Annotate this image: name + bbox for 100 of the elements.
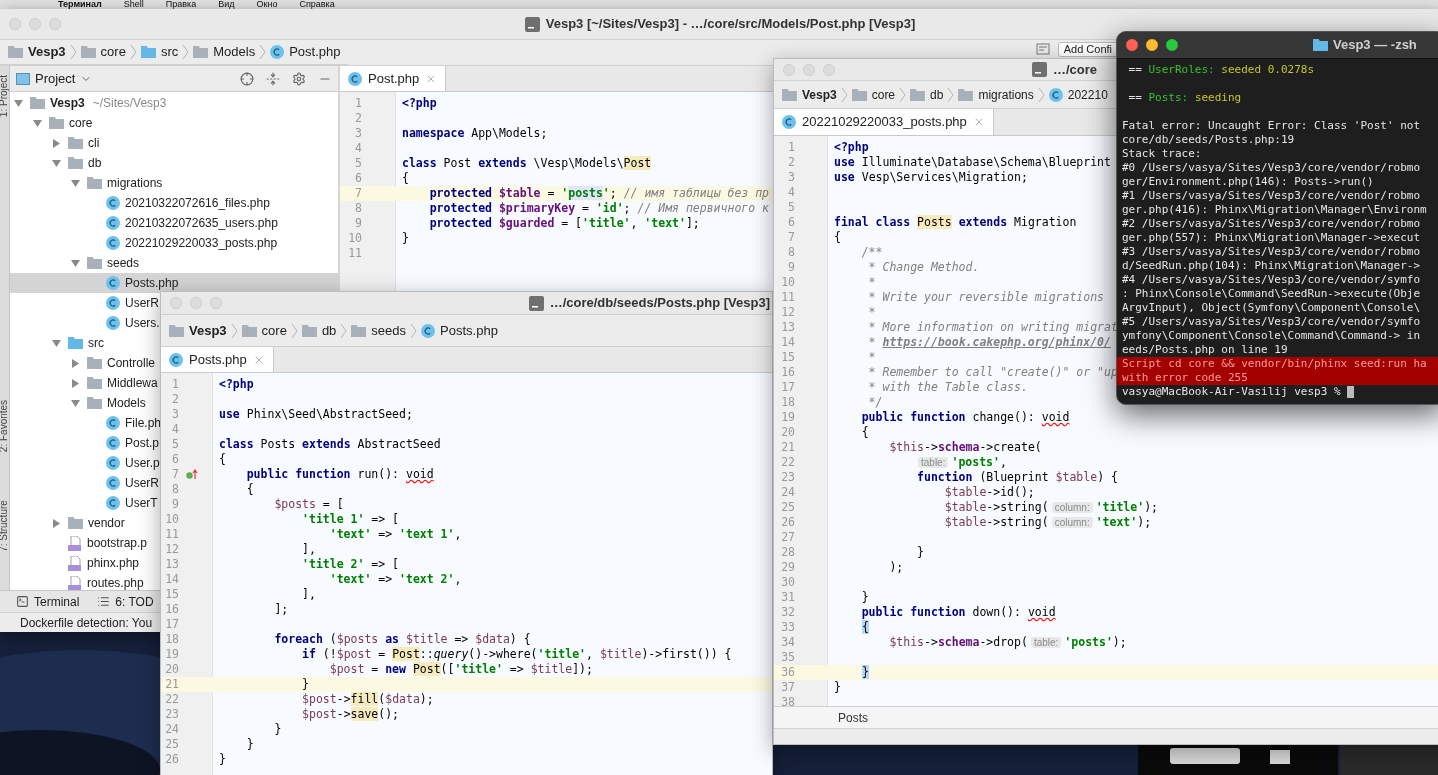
- code-line: {: [219, 452, 226, 467]
- breadcrumb-item[interactable]: Vesp3: [782, 85, 837, 104]
- breadcrumb-item[interactable]: Vesp3: [169, 320, 227, 341]
- window-control-icon[interactable]: [1126, 39, 1138, 51]
- code-line: {: [860, 425, 869, 440]
- tree-item[interactable]: UserR: [10, 293, 159, 313]
- caret-down-icon[interactable]: [52, 338, 61, 348]
- window-control-icon[interactable]: [1166, 39, 1178, 51]
- code-line: ],: [301, 542, 316, 557]
- tree-item[interactable]: UserR: [10, 473, 159, 493]
- caret-right-icon[interactable]: [71, 378, 80, 388]
- caret-down-icon[interactable]: [14, 98, 23, 108]
- tree-item[interactable]: 20221029220033_posts.php: [10, 233, 278, 253]
- tree-item[interactable]: Controlle: [10, 353, 156, 373]
- class-icon: [106, 276, 120, 290]
- line-number: 2: [787, 155, 795, 170]
- caret-down-icon[interactable]: [71, 258, 80, 268]
- tree-item[interactable]: src: [10, 333, 104, 353]
- line-number: 10: [164, 512, 179, 527]
- tree-item[interactable]: core: [10, 113, 93, 133]
- structure-breadcrumb[interactable]: Posts: [838, 708, 868, 727]
- breadcrumb-item[interactable]: Posts.php: [421, 320, 498, 341]
- tree-item[interactable]: 20210322072635_users.php: [10, 213, 278, 233]
- collapse-icon[interactable]: [266, 71, 280, 86]
- code-line: }: [916, 545, 924, 560]
- terminal-line: #2 /Users/vasya/Sites/Vesp3/core/vendor/robmo: [1122, 217, 1421, 231]
- breadcrumb-item[interactable]: core: [80, 42, 126, 62]
- menu-item[interactable]: Окно: [256, 0, 278, 9]
- breadcrumb-item[interactable]: seeds: [351, 320, 407, 341]
- editor-tab[interactable]: 20221029220033_posts.php: [774, 109, 994, 135]
- breadcrumb-item[interactable]: core: [241, 320, 287, 341]
- caret-down-icon[interactable]: [52, 158, 61, 168]
- breadcrumb-item[interactable]: Post.php: [270, 42, 341, 62]
- breadcrumb-item[interactable]: Models: [193, 42, 256, 62]
- code-line: use Phinx\Seed\AbstractSeed;: [219, 407, 413, 422]
- caret-right-icon[interactable]: [71, 358, 80, 368]
- tree-item[interactable]: Post.p: [10, 433, 160, 453]
- line-number: 11: [347, 246, 362, 261]
- caret-down-icon[interactable]: [71, 398, 80, 408]
- line-number: 25: [780, 500, 795, 515]
- side-tool-tab[interactable]: 1: Project: [0, 56, 9, 136]
- breadcrumb-item[interactable]: db: [910, 85, 944, 104]
- tree-item[interactable]: UserT: [10, 493, 158, 513]
- breadcrumb-item[interactable]: src: [140, 42, 179, 62]
- tree-item[interactable]: cli: [10, 133, 100, 153]
- tree-item[interactable]: seeds: [10, 253, 140, 273]
- terminal-line: #5 /Users/vasya/Sites/Vesp3/core/vendor/symfo: [1122, 315, 1421, 329]
- line-number: 6: [171, 452, 179, 467]
- breadcrumb-item[interactable]: Vesp3: [8, 42, 66, 62]
- locate-icon[interactable]: [240, 71, 254, 86]
- terminal-line: ger/Environment.php(146): Posts->run(): [1122, 175, 1375, 189]
- tree-item[interactable]: User.p: [10, 453, 160, 473]
- menu-item[interactable]: Вид: [218, 0, 235, 9]
- tree-item[interactable]: Vesp3 ~/Sites/Vesp3: [10, 93, 167, 113]
- side-tool-tab[interactable]: 7: Structure: [0, 486, 9, 566]
- tree-item[interactable]: bootstrap.p: [10, 533, 148, 553]
- window-control-icon[interactable]: [1146, 39, 1158, 51]
- breadcrumb-item[interactable]: 202210: [1048, 85, 1108, 104]
- line-number: 21: [780, 440, 795, 455]
- caret-right-icon[interactable]: [52, 138, 61, 148]
- tree-item[interactable]: phinx.php: [10, 553, 140, 573]
- class-icon: [782, 115, 796, 129]
- code-line: $this->schema->create(: [888, 440, 1042, 455]
- menu-item[interactable]: Терминал: [58, 0, 102, 9]
- editor-tab[interactable]: Posts.php: [161, 347, 274, 372]
- tree-item[interactable]: Models: [10, 393, 146, 413]
- tree-item[interactable]: File.ph: [10, 413, 162, 433]
- menu-item[interactable]: Shell: [123, 0, 144, 9]
- tree-item[interactable]: vendor: [10, 513, 125, 533]
- breadcrumb-item[interactable]: db: [301, 320, 337, 341]
- menu-item[interactable]: Правка: [165, 0, 197, 9]
- caret-down-icon[interactable]: [33, 118, 42, 128]
- line-number: 28: [780, 545, 795, 560]
- tree-item[interactable]: Posts.php: [10, 273, 338, 293]
- settings-icon[interactable]: [292, 71, 306, 86]
- tree-item[interactable]: db: [10, 153, 102, 173]
- class-icon: [106, 296, 120, 310]
- build-icon[interactable]: [1035, 42, 1050, 56]
- add-configuration-button[interactable]: Add Confi: [1057, 42, 1118, 57]
- tree-item[interactable]: 20210322072616_files.php: [10, 193, 270, 213]
- line-number: 33: [780, 620, 795, 635]
- tree-item[interactable]: routes.php: [10, 573, 144, 590]
- app-icon: [528, 295, 544, 311]
- tool-window-tab[interactable]: Terminal: [16, 592, 80, 611]
- caret-right-icon[interactable]: [52, 518, 61, 528]
- class-icon: [106, 196, 120, 210]
- menu-item[interactable]: Справка: [299, 0, 335, 9]
- project-view-selector[interactable]: Project: [16, 68, 93, 89]
- editor-tab[interactable]: Post.php: [340, 66, 447, 91]
- breadcrumb-item[interactable]: core: [851, 85, 896, 104]
- breadcrumb-item[interactable]: migrations: [958, 85, 1034, 104]
- code-line: $post = new Post(['title' => $title]);: [328, 662, 593, 677]
- side-tool-tab[interactable]: 2: Favorites: [0, 386, 9, 466]
- caret-down-icon[interactable]: [71, 178, 80, 188]
- line-number: 4: [787, 185, 795, 200]
- tree-item[interactable]: migrations: [10, 173, 163, 193]
- tree-item[interactable]: Users.: [10, 313, 160, 333]
- folder-icon: [910, 88, 926, 101]
- tree-item[interactable]: Middlewa: [10, 373, 158, 393]
- tool-window-tab[interactable]: 6: TOD: [97, 592, 154, 611]
